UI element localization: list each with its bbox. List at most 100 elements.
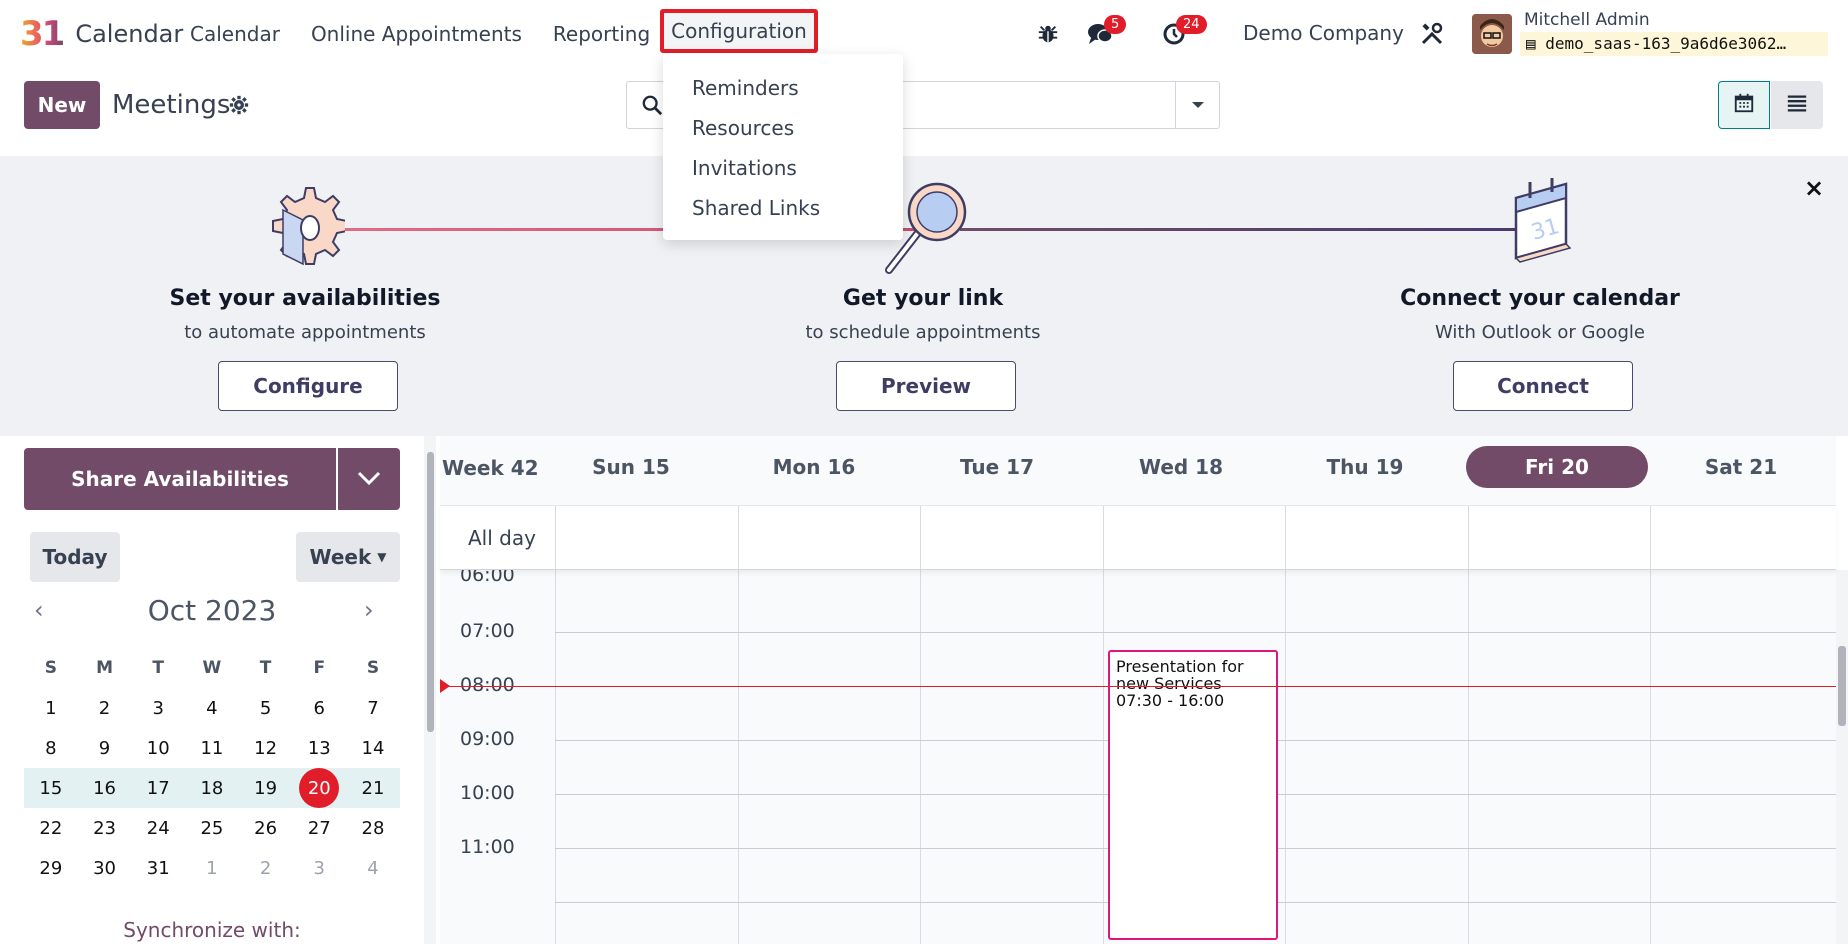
scale-dropdown[interactable]: Week ▼ — [296, 532, 400, 582]
calendar-illustration-icon: 31 — [1514, 178, 1572, 263]
day-cell-other-month[interactable]: 3 — [292, 848, 346, 888]
week-row: 29 30 31 1 2 3 4 — [24, 848, 400, 888]
time-label: 08:00 — [460, 674, 515, 696]
week-calendar: Week 42 Sun 15 Mon 16 Tue 17 Wed 18 Thu … — [440, 436, 1848, 944]
search-options-toggle[interactable] — [1175, 82, 1219, 128]
day-cell[interactable]: 13 — [292, 728, 346, 768]
menu-online-appointments[interactable]: Online Appointments — [311, 22, 522, 46]
company-switcher[interactable]: Demo Company — [1243, 21, 1404, 45]
tools-icon[interactable] — [1418, 20, 1446, 48]
configure-button[interactable]: Configure — [218, 361, 398, 411]
preview-button[interactable]: Preview — [836, 361, 1016, 411]
day-cell[interactable]: 19 — [239, 768, 293, 808]
bug-icon[interactable] — [1034, 20, 1062, 48]
column-divider — [555, 506, 556, 570]
dropdown-item-shared-links[interactable]: Shared Links — [663, 188, 903, 228]
day-cell[interactable]: 8 — [24, 728, 78, 768]
user-avatar[interactable] — [1472, 14, 1512, 54]
day-cell[interactable]: 29 — [24, 848, 78, 888]
dropdown-item-reminders[interactable]: Reminders — [663, 68, 903, 108]
list-view-button[interactable] — [1771, 81, 1823, 129]
week-row: 8 9 10 11 12 13 14 — [24, 728, 400, 768]
scrollbar-thumb[interactable] — [1838, 646, 1846, 726]
day-cell[interactable]: 14 — [346, 728, 400, 768]
day-cell[interactable]: 11 — [185, 728, 239, 768]
column-divider — [738, 570, 739, 944]
gear-icon[interactable] — [229, 95, 249, 119]
day-cell[interactable]: 1 — [24, 688, 78, 728]
day-cell[interactable]: 25 — [185, 808, 239, 848]
dropdown-item-resources[interactable]: Resources — [663, 108, 903, 148]
all-day-row[interactable]: All day — [440, 506, 1836, 570]
day-header[interactable]: Thu 19 — [1274, 446, 1456, 488]
day-cell[interactable]: 28 — [346, 808, 400, 848]
day-cell[interactable]: 4 — [185, 688, 239, 728]
share-options-button[interactable] — [338, 448, 400, 510]
day-cell[interactable]: 10 — [131, 728, 185, 768]
close-icon[interactable]: × — [1804, 174, 1824, 202]
week-row: 22 23 24 25 26 27 28 — [24, 808, 400, 848]
day-cell[interactable]: 5 — [239, 688, 293, 728]
day-cell[interactable]: 21 — [346, 768, 400, 808]
weekday-label: W — [202, 658, 222, 678]
day-cell[interactable]: 17 — [131, 768, 185, 808]
day-cell[interactable]: 9 — [78, 728, 132, 768]
day-header[interactable]: Sun 15 — [540, 446, 722, 488]
mini-calendar: S M T W T F S 1 2 3 4 5 6 7 8 9 10 11 12… — [24, 648, 400, 888]
new-button[interactable]: New — [24, 81, 100, 129]
day-header[interactable]: Wed 18 — [1090, 446, 1272, 488]
day-cell[interactable]: 15 — [24, 768, 78, 808]
menu-calendar[interactable]: Calendar — [190, 22, 280, 46]
time-label: 10:00 — [460, 782, 515, 804]
day-header[interactable]: Sat 21 — [1650, 446, 1832, 488]
chevron-right-icon[interactable]: › — [364, 596, 374, 624]
day-cell[interactable]: 27 — [292, 808, 346, 848]
day-cell[interactable]: 18 — [185, 768, 239, 808]
onboarding-panel: Set your availabilities to automate appo… — [0, 156, 1848, 436]
day-cell[interactable]: 26 — [239, 808, 293, 848]
day-cell-other-month[interactable]: 4 — [346, 848, 400, 888]
connect-button[interactable]: Connect — [1453, 361, 1633, 411]
time-grid[interactable]: 06:00 07:00 08:00 09:00 10:00 11:00 Pres… — [440, 570, 1836, 944]
day-cell[interactable]: 7 — [346, 688, 400, 728]
onboarding-subtitle: to automate appointments — [184, 322, 426, 343]
column-divider — [1285, 506, 1286, 570]
day-cell[interactable]: 30 — [78, 848, 132, 888]
today-button[interactable]: Today — [30, 532, 120, 582]
calendar-event[interactable]: Presentation for new Services 07:30 - 16… — [1108, 650, 1278, 940]
progress-line — [960, 228, 1520, 231]
day-cell[interactable]: 3 — [131, 688, 185, 728]
day-cell[interactable]: 6 — [292, 688, 346, 728]
database-icon: ▤ — [1526, 34, 1546, 53]
day-cell[interactable]: 24 — [131, 808, 185, 848]
week-row: 1 2 3 4 5 6 7 — [24, 688, 400, 728]
column-divider — [555, 570, 556, 944]
share-availabilities-button[interactable]: Share Availabilities — [24, 448, 336, 510]
scrollbar-thumb[interactable] — [427, 452, 434, 732]
day-header[interactable]: Tue 17 — [906, 446, 1088, 488]
column-divider — [920, 570, 921, 944]
day-cell[interactable]: 2 — [78, 688, 132, 728]
day-cell[interactable]: 23 — [78, 808, 132, 848]
day-cell[interactable]: 22 — [24, 808, 78, 848]
day-cell-other-month[interactable]: 2 — [239, 848, 293, 888]
day-header[interactable]: Mon 16 — [723, 446, 905, 488]
caret-down-icon: ▼ — [377, 550, 387, 564]
app-brand[interactable]: 31 Calendar — [20, 14, 183, 54]
calendar-view-button[interactable] — [1718, 81, 1770, 129]
weekday-label: T — [259, 658, 272, 678]
day-header-active[interactable]: Fri 20 — [1466, 446, 1648, 488]
sidebar-scrollbar[interactable] — [424, 436, 436, 944]
day-cell[interactable]: 31 — [131, 848, 185, 888]
dropdown-item-invitations[interactable]: Invitations — [663, 148, 903, 188]
menu-configuration[interactable]: Configuration — [660, 9, 818, 53]
day-cell[interactable]: 16 — [78, 768, 132, 808]
user-name[interactable]: Mitchell Admin — [1524, 10, 1650, 30]
day-cell-selected[interactable]: 20 — [292, 768, 346, 808]
menu-reporting[interactable]: Reporting — [553, 22, 650, 46]
activity-badge: 24 — [1176, 15, 1207, 34]
calendar-scrollbar[interactable] — [1836, 570, 1848, 944]
day-cell-other-month[interactable]: 1 — [185, 848, 239, 888]
day-cell[interactable]: 12 — [239, 728, 293, 768]
time-label: 11:00 — [460, 836, 515, 858]
